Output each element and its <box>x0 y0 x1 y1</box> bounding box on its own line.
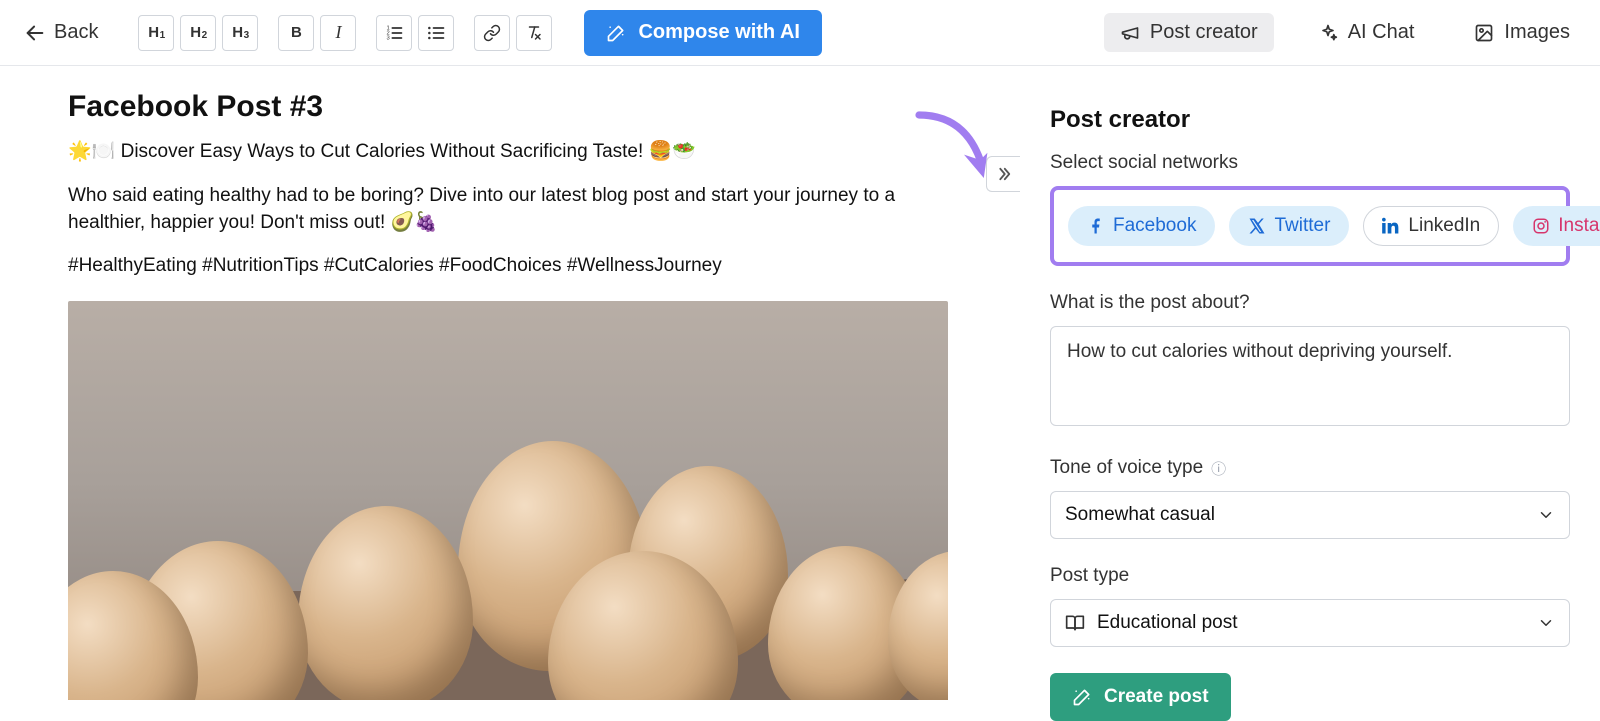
back-button[interactable]: Back <box>14 15 108 50</box>
nav-ai-chat-label: AI Chat <box>1348 21 1415 44</box>
post-intro-line[interactable]: 🌟🍽️ Discover Easy Ways to Cut Calories W… <box>68 140 948 164</box>
instagram-icon <box>1532 217 1550 235</box>
arrow-left-icon <box>24 22 46 44</box>
ordered-list-icon: 123 <box>384 23 404 43</box>
chevron-down-icon <box>1537 506 1555 524</box>
inline-format-group: B I <box>278 15 356 51</box>
tone-label: Tone of voice type ⓘ <box>1050 457 1570 479</box>
link-button[interactable] <box>474 15 510 51</box>
misc-format-group <box>474 15 552 51</box>
compose-ai-label: Compose with AI <box>638 21 799 44</box>
back-label: Back <box>54 21 98 44</box>
sparkle-icon <box>1318 23 1338 43</box>
info-icon[interactable]: ⓘ <box>1211 458 1226 479</box>
create-post-label: Create post <box>1104 686 1209 708</box>
compose-ai-button[interactable]: Compose with AI <box>584 10 821 56</box>
heading-group: H1 H2 H3 <box>138 15 258 51</box>
post-description[interactable]: Who said eating healthy had to be boring… <box>68 182 948 237</box>
chip-facebook-label: Facebook <box>1113 215 1196 237</box>
create-post-button[interactable]: Create post <box>1050 673 1231 721</box>
chip-twitter[interactable]: Twitter <box>1229 206 1349 246</box>
post-creator-panel: Post creator Select social networks Face… <box>1020 66 1600 700</box>
editor-area: Facebook Post #3 🌟🍽️ Discover Easy Ways … <box>0 66 1020 700</box>
nav-images[interactable]: Images <box>1458 13 1586 52</box>
unordered-list-button[interactable] <box>418 15 454 51</box>
megaphone-icon <box>1120 23 1140 43</box>
post-title[interactable]: Facebook Post #3 <box>68 90 948 124</box>
magic-wand-icon <box>1072 687 1092 707</box>
chip-twitter-label: Twitter <box>1274 215 1330 237</box>
chevrons-right-icon <box>995 165 1013 183</box>
chip-instagram[interactable]: Instagram <box>1513 206 1600 246</box>
panel-expand-handle[interactable] <box>986 156 1020 192</box>
clear-format-icon <box>525 24 543 42</box>
post-type-value: Educational post <box>1097 612 1238 634</box>
post-hashtags[interactable]: #HealthyEating #NutritionTips #CutCalori… <box>68 255 948 277</box>
chip-linkedin-label: LinkedIn <box>1408 215 1480 237</box>
italic-button[interactable]: I <box>320 15 356 51</box>
chip-facebook[interactable]: Facebook <box>1068 206 1215 246</box>
post-image[interactable] <box>68 301 948 700</box>
clear-format-button[interactable] <box>516 15 552 51</box>
book-icon <box>1065 613 1085 633</box>
about-label: What is the post about? <box>1050 292 1570 314</box>
facebook-icon <box>1087 217 1105 235</box>
magic-wand-icon <box>606 23 626 43</box>
top-toolbar: Back H1 H2 H3 B I 123 Compose with AI <box>0 0 1600 66</box>
chip-instagram-label: Instagram <box>1558 215 1600 237</box>
tone-dropdown[interactable]: Somewhat casual <box>1050 491 1570 539</box>
list-group: 123 <box>376 15 454 51</box>
post-type-label: Post type <box>1050 565 1570 587</box>
h2-button[interactable]: H2 <box>180 15 216 51</box>
bold-button[interactable]: B <box>278 15 314 51</box>
nav-ai-chat[interactable]: AI Chat <box>1302 13 1431 52</box>
image-icon <box>1474 23 1494 43</box>
post-type-dropdown[interactable]: Educational post <box>1050 599 1570 647</box>
panel-title: Post creator <box>1050 106 1570 134</box>
about-textarea[interactable] <box>1050 326 1570 426</box>
linkedin-icon <box>1382 217 1400 235</box>
networks-label: Select social networks <box>1050 152 1570 174</box>
nav-post-creator-label: Post creator <box>1150 21 1258 44</box>
twitter-x-icon <box>1248 217 1266 235</box>
svg-text:3: 3 <box>387 35 390 41</box>
ordered-list-button[interactable]: 123 <box>376 15 412 51</box>
tone-value: Somewhat casual <box>1065 504 1215 526</box>
link-icon <box>483 24 501 42</box>
nav-images-label: Images <box>1504 21 1570 44</box>
chevron-down-icon <box>1537 614 1555 632</box>
nav-post-creator[interactable]: Post creator <box>1104 13 1274 52</box>
chip-linkedin[interactable]: LinkedIn <box>1363 206 1499 246</box>
right-nav: Post creator AI Chat Images <box>1104 13 1586 52</box>
h1-button[interactable]: H1 <box>138 15 174 51</box>
h3-button[interactable]: H3 <box>222 15 258 51</box>
social-networks-selector: Facebook Twitter LinkedIn Instagram <box>1050 186 1570 266</box>
unordered-list-icon <box>426 23 446 43</box>
